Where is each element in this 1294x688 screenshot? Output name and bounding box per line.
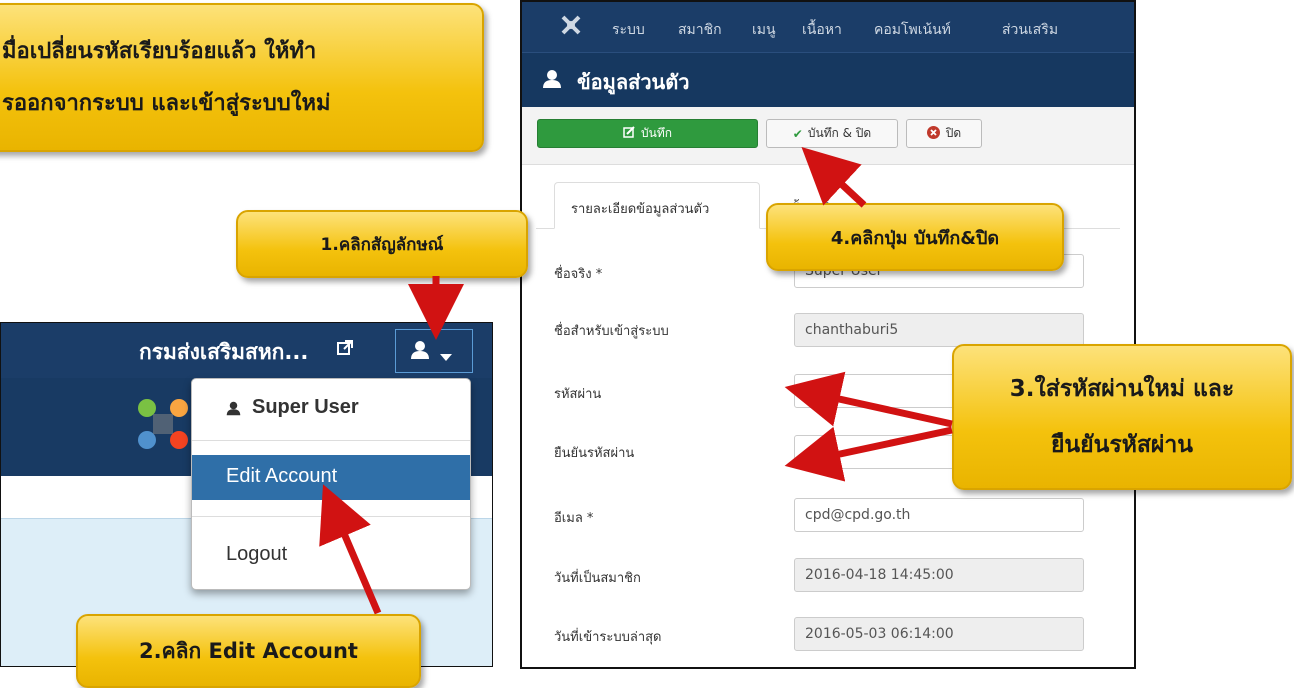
user-icon (542, 69, 562, 93)
last-visit-label: วันที่เข้าระบบล่าสุด (554, 630, 662, 645)
edit-profile-screenshot: ระบบ สมาชิก เมนู เนื้อหา คอมโพเน้นท์ ส่ว… (520, 0, 1136, 669)
username-label: ชื่อสำหรับเข้าสู่ระบบ (554, 324, 669, 339)
step1-callout: 1.คลิกสัญลักษณ์ (236, 210, 528, 278)
password-label: รหัสผ่าน (554, 387, 602, 402)
check-icon: ✔ (792, 126, 803, 141)
menu-system[interactable]: ระบบ (612, 19, 645, 41)
close-button[interactable]: ปิด (906, 119, 982, 148)
user-icon (226, 399, 241, 422)
menu-users[interactable]: สมาชิก (678, 19, 722, 41)
edit-icon (623, 126, 635, 141)
email-label: อีเมล * (554, 511, 594, 526)
dropdown-user-name: Super User (252, 396, 359, 418)
save-button-label: บันทึก (641, 126, 672, 140)
joomla-logo (133, 394, 193, 458)
dropdown-divider (192, 516, 470, 517)
tab-profile-details-label: รายละเอียดข้อมูลส่วนตัว (571, 202, 710, 217)
user-menu-toggle[interactable] (395, 329, 473, 373)
step3-line-2: ยืนยันรหัสผ่าน (1050, 432, 1194, 458)
logout-reminder-callout: มื่อเปลี่ยนรหัสเรียบร้อยแล้ว ให้ทำ รออกจ… (0, 3, 484, 152)
email-field[interactable]: cpd@cpd.go.th (794, 498, 1084, 532)
step3-callout: 3.ใส่รหัสผ่านใหม่ และ ยืนยันรหัสผ่าน (952, 344, 1292, 490)
close-button-label: ปิด (945, 126, 962, 140)
register-date-field: 2016-04-18 14:45:00 (794, 558, 1084, 592)
step4-callout: 4.คลิกปุ่ม บันทึก&ปิด (766, 203, 1064, 271)
name-label: ชื่อจริง * (554, 267, 603, 282)
admin-navbar: กรมส่งเสริมสหก... (1, 323, 492, 378)
save-close-button[interactable]: ✔ บันทึก & ปิด (766, 119, 898, 148)
external-link-icon (337, 340, 353, 356)
logout-menu-item[interactable]: Logout (192, 535, 470, 575)
close-circle-icon (926, 125, 940, 142)
dropdown-user-header: Super User (192, 391, 470, 427)
step2-text: 2.คลิก Edit Account (139, 638, 358, 663)
caret-down-icon (440, 347, 452, 366)
step3-line-1: 3.ใส่รหัสผ่านใหม่ และ (1009, 376, 1235, 402)
register-date-label: วันที่เป็นสมาชิก (554, 571, 641, 586)
dropdown-divider (192, 440, 470, 441)
menu-components[interactable]: คอมโพเน้นท์ (874, 19, 951, 41)
menu-menus[interactable]: เมนู (752, 19, 776, 41)
user-icon (410, 340, 430, 364)
joomla-menu-icon[interactable] (560, 14, 582, 40)
logout-label: Logout (226, 543, 288, 565)
save-close-button-label: บันทึก & ปิด (807, 126, 872, 140)
step2-callout: 2.คลิก Edit Account (76, 614, 421, 688)
tab-profile-details[interactable]: รายละเอียดข้อมูลส่วนตัว (554, 182, 760, 229)
toolbar: บันทึก ✔ บันทึก & ปิด ปิด (522, 107, 1134, 165)
page-title: ข้อมูลส่วนตัว (577, 70, 690, 94)
admin-menubar: ระบบ สมาชิก เมนู เนื้อหา คอมโพเน้นท์ ส่ว… (522, 2, 1134, 52)
reminder-line-2: รออกจากระบบ และเข้าสู่ระบบใหม่ (2, 90, 331, 116)
reminder-line-1: มื่อเปลี่ยนรหัสเรียบร้อยแล้ว ให้ทำ (2, 38, 317, 64)
save-button[interactable]: บันทึก (537, 119, 758, 148)
step1-text: 1.คลิกสัญลักษณ์ (320, 234, 444, 255)
user-dropdown-menu: Super User Edit Account Logout (191, 378, 471, 590)
menu-content[interactable]: เนื้อหา (802, 19, 842, 41)
edit-account-menu-item[interactable]: Edit Account (192, 455, 470, 500)
edit-account-label: Edit Account (226, 465, 338, 487)
menu-extensions[interactable]: ส่วนเสริม (1002, 19, 1058, 41)
confirm-password-label: ยืนยันรหัสผ่าน (554, 446, 635, 461)
step4-text: 4.คลิกปุ่ม บันทึก&ปิด (830, 227, 1000, 249)
page-title-bar: ข้อมูลส่วนตัว (522, 52, 1134, 108)
last-visit-field: 2016-05-03 06:14:00 (794, 617, 1084, 651)
site-name-link[interactable]: กรมส่งเสริมสหก... (139, 336, 308, 369)
username-field: chanthaburi5 (794, 313, 1084, 347)
